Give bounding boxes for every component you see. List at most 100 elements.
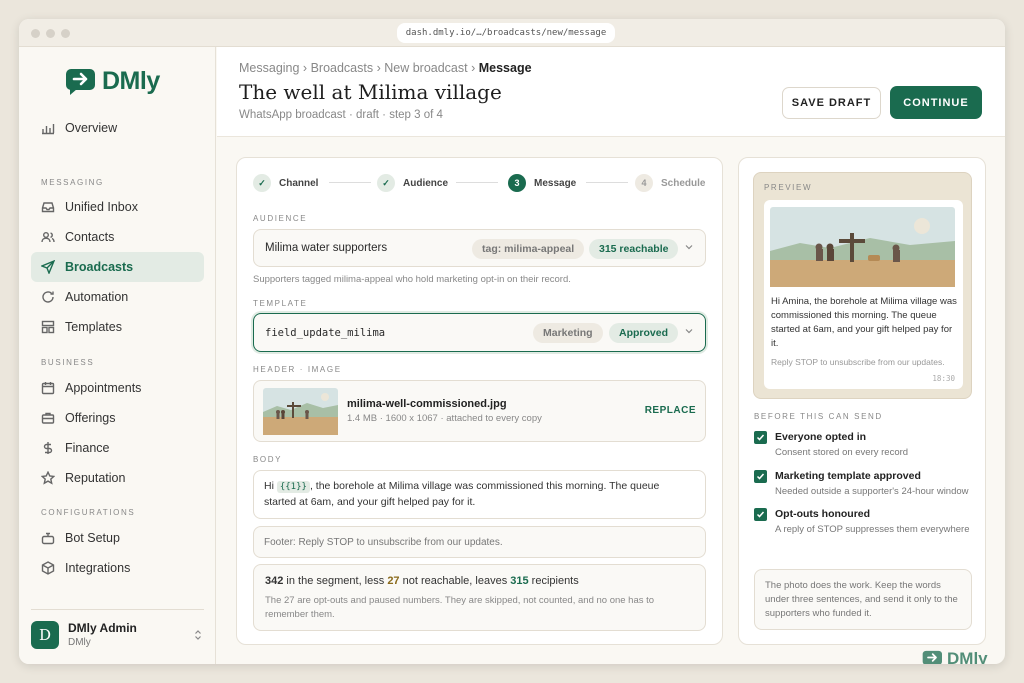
summary-text: in the segment, less	[283, 575, 388, 587]
breadcrumb-link[interactable]: Messaging ›	[239, 61, 307, 75]
preview-footer: Reply STOP to unsubscribe from our updat…	[771, 357, 945, 367]
well-photo-preview	[770, 207, 955, 287]
sidebar-item-label: Templates	[65, 320, 122, 334]
sidebar-item-label: Overview	[65, 121, 118, 135]
replace-image-button[interactable]: REPLACE	[645, 405, 696, 416]
check-opted-in: Everyone opted in Consent stored on every…	[754, 431, 908, 458]
save-draft-button[interactable]: SAVE DRAFT	[782, 87, 881, 119]
send-icon	[41, 260, 55, 274]
check-desc: Needed outside a supporter's 24-hour win…	[775, 486, 969, 497]
brand-name: DMly	[102, 67, 160, 95]
cube-icon	[41, 561, 55, 575]
sidebar-item-label: Offerings	[65, 411, 116, 425]
category-badge: Marketing	[533, 323, 603, 343]
body-textarea[interactable]: Hi {{1}}, the borehole at Milima village…	[253, 470, 706, 519]
sidebar-item-label: Appointments	[65, 381, 142, 395]
page-subtitle: WhatsApp broadcast · draft · step 3 of 4	[239, 109, 443, 121]
step-connector	[586, 182, 628, 183]
breadcrumb-link[interactable]: New broadcast ›	[384, 61, 475, 75]
star-icon	[41, 471, 55, 485]
sidebar-item-overview[interactable]: Overview	[31, 113, 204, 143]
audience-name: Milima water supporters	[265, 242, 388, 254]
step-number: 4	[635, 174, 653, 192]
step-message[interactable]: 3 Message	[508, 174, 576, 192]
window-dot[interactable]	[46, 29, 55, 38]
sidebar-item-label: Reputation	[65, 471, 126, 485]
preview-label: PREVIEW	[764, 183, 813, 192]
preview-message: Hi Amina, the borehole at Milima village…	[771, 296, 957, 349]
app-window: dash.dmly.io/…/broadcasts/new/message DM…	[19, 19, 1005, 664]
sidebar-item-unified-inbox[interactable]: Unified Inbox	[31, 192, 204, 222]
check-title: Opt-outs honoured	[775, 508, 871, 520]
browser-titlebar: dash.dmly.io/…/broadcasts/new/message	[19, 19, 1005, 47]
audience-select[interactable]: Milima water supporters tag: milima-appe…	[253, 229, 706, 267]
summary-text: recipients	[528, 575, 579, 587]
sidebar-item-broadcasts[interactable]: Broadcasts	[31, 252, 204, 282]
header-image-label: HEADER · IMAGE	[253, 365, 342, 374]
sidebar-item-label: Bot Setup	[65, 531, 120, 545]
check-icon: ✓	[253, 174, 271, 192]
chevron-down-icon	[685, 245, 693, 250]
summary-line: 342 in the segment, less 27 not reachabl…	[265, 575, 579, 587]
recipient-summary: 342 in the segment, less 27 not reachabl…	[253, 564, 706, 631]
breadcrumb-current: Message	[478, 61, 532, 75]
page-title: The well at Milima village	[239, 80, 502, 104]
sidebar-item-finance[interactable]: Finance	[31, 433, 204, 463]
step-schedule[interactable]: 4 Schedule	[635, 174, 705, 192]
address-bar[interactable]: dash.dmly.io/…/broadcasts/new/message	[397, 23, 615, 43]
phone-preview: PREVIEW Hi Amina, the borehole at Milima…	[753, 172, 972, 399]
footer-field[interactable]: Footer: Reply STOP to unsubscribe from o…	[253, 526, 706, 558]
checklist-label: BEFORE THIS CAN SEND	[754, 412, 883, 421]
sidebar-item-appointments[interactable]: Appointments	[31, 373, 204, 403]
user-name: DMly Admin	[68, 621, 137, 635]
summary-note: The 27 are opt-outs and paused numbers. …	[265, 595, 655, 620]
check-template-approved: Marketing template approved Needed outsid…	[754, 470, 969, 497]
body-text: Hi {{1}}, the borehole at Milima village…	[264, 479, 694, 510]
sidebar-item-label: Integrations	[65, 561, 131, 575]
check-icon: ✓	[377, 174, 395, 192]
watermark-brand: DMly	[947, 649, 988, 664]
sidebar-item-bot-setup[interactable]: Bot Setup	[31, 523, 204, 553]
body-greeting: Hi	[264, 480, 274, 492]
segment-count: 342	[265, 575, 284, 587]
sidebar-item-label: Finance	[65, 441, 110, 455]
window-dot[interactable]	[31, 29, 40, 38]
step-label: Message	[534, 177, 577, 189]
check-opt-outs: Opt-outs honoured A reply of STOP suppres…	[754, 508, 970, 535]
breadcrumb: Messaging › Broadcasts › New broadcast ›…	[239, 61, 532, 75]
watermark-logo: DMly	[922, 649, 988, 664]
sidebar-item-templates[interactable]: Templates	[31, 312, 204, 342]
variable-chip[interactable]: {{1}}	[276, 481, 310, 493]
step-connector	[456, 182, 498, 183]
message-bubble: Hi Amina, the borehole at Milima village…	[764, 200, 963, 389]
users-icon	[41, 232, 55, 243]
inbox-icon	[41, 202, 55, 213]
sidebar-item-offerings[interactable]: Offerings	[31, 403, 204, 433]
section-heading: CONFIGURATIONS	[41, 508, 136, 517]
step-connector	[329, 182, 371, 183]
sidebar-item-reputation[interactable]: Reputation	[31, 463, 204, 493]
footer-text: Footer: Reply STOP to unsubscribe from o…	[264, 537, 503, 548]
dmly-logo-icon	[66, 68, 95, 95]
account-switcher[interactable]: D DMly Admin DMly	[31, 609, 204, 659]
step-audience[interactable]: ✓ Audience	[377, 174, 448, 192]
checkbox-checked-icon	[754, 470, 767, 483]
step-label: Channel	[279, 177, 319, 189]
sidebar-item-label: Automation	[65, 290, 129, 304]
sidebar-item-contacts[interactable]: Contacts	[31, 222, 204, 252]
continue-button[interactable]: CONTINUE	[890, 86, 982, 119]
sidebar-item-automation[interactable]: Automation	[31, 282, 204, 312]
step-number: 3	[508, 174, 526, 192]
sidebar-item-integrations[interactable]: Integrations	[31, 553, 204, 583]
window-dot[interactable]	[61, 29, 70, 38]
brand-logo[interactable]: DMly	[65, 67, 160, 96]
refresh-icon	[42, 291, 54, 303]
step-channel[interactable]: ✓ Channel	[253, 174, 318, 192]
template-select[interactable]: field_update_milima Marketing Approved	[253, 313, 706, 352]
checkbox-checked-icon	[754, 431, 767, 444]
bot-icon	[41, 532, 55, 545]
chevron-updown-icon	[195, 629, 201, 640]
breadcrumb-link[interactable]: Broadcasts ›	[311, 61, 381, 75]
checkbox-checked-icon	[754, 508, 767, 521]
step-label: Schedule	[661, 177, 706, 189]
